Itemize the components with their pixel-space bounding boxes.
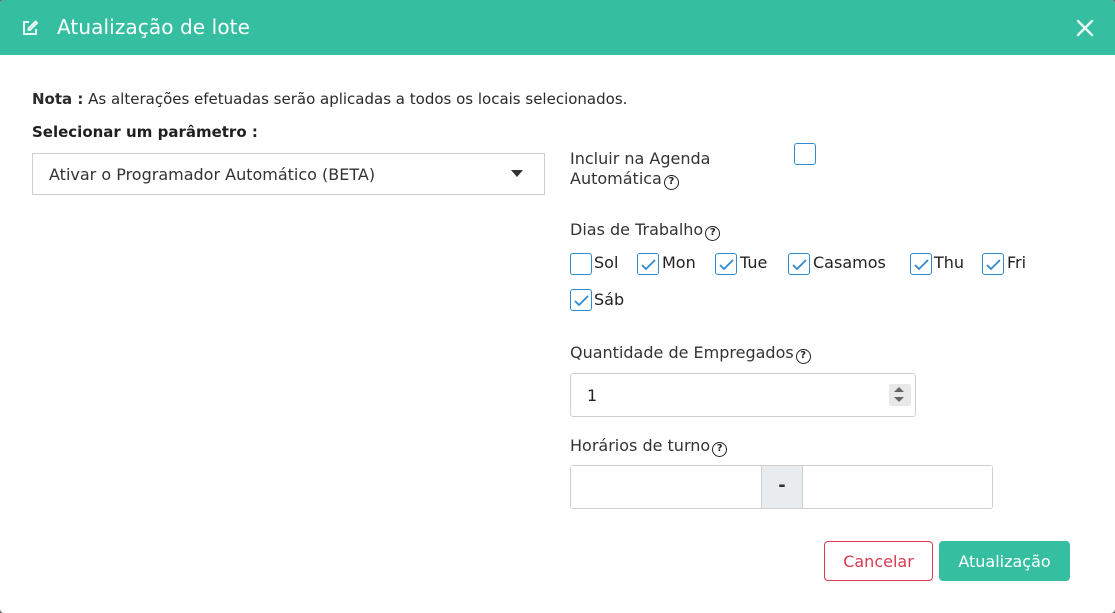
day-checkbox-sat[interactable] — [570, 289, 592, 311]
employees-label: Quantidade de Empregados? — [570, 343, 811, 364]
work-days-label: Dias de Trabalho? — [570, 220, 721, 241]
day-checkbox-fri[interactable] — [982, 253, 1004, 275]
shift-start-input[interactable] — [571, 466, 761, 508]
day-checkbox-sol[interactable] — [570, 253, 592, 275]
day-label-sat: Sáb — [594, 290, 625, 309]
shift-label: Horários de turno? — [570, 436, 728, 457]
employees-quantity-input[interactable] — [571, 374, 881, 416]
day-label-fri: Fri — [1007, 253, 1027, 272]
close-icon[interactable] — [1074, 17, 1096, 39]
cancel-button[interactable]: Cancelar — [824, 541, 933, 581]
include-schedule-label-line1: Incluir na Agenda — [570, 149, 711, 168]
day-label-mon: Mon — [662, 253, 696, 272]
shift-label-text: Horários de turno — [570, 436, 711, 455]
day-label-tue: Tue — [740, 253, 768, 272]
batch-update-modal: Atualização de lote Nota : As alterações… — [0, 0, 1115, 613]
help-icon[interactable]: ? — [795, 349, 811, 364]
check-icon — [574, 295, 589, 307]
decrement-icon[interactable] — [894, 397, 904, 402]
check-icon — [792, 259, 807, 271]
note-label: Nota : — [32, 90, 84, 108]
day-checkbox-wed[interactable] — [788, 253, 810, 275]
shift-separator: - — [761, 466, 803, 508]
increment-icon[interactable] — [894, 387, 904, 392]
help-icon[interactable]: ? — [712, 442, 728, 457]
help-icon[interactable]: ? — [705, 226, 721, 241]
shift-range: - — [570, 465, 993, 509]
check-icon — [641, 259, 656, 271]
modal-title: Atualização de lote — [57, 15, 251, 39]
include-schedule-label-line2: Automática — [570, 169, 662, 188]
parameter-selected-value: Ativar o Programador Automático (BETA) — [49, 165, 376, 184]
day-checkbox-mon[interactable] — [637, 253, 659, 275]
edit-icon — [23, 20, 39, 35]
day-checkbox-tue[interactable] — [715, 253, 737, 275]
day-label-sol: Sol — [594, 253, 619, 272]
parameter-select[interactable]: Ativar o Programador Automático (BETA) — [32, 153, 545, 195]
check-icon — [914, 259, 929, 271]
check-icon — [719, 259, 734, 271]
day-label-thu: Thu — [934, 253, 965, 272]
employees-label-text: Quantidade de Empregados — [570, 343, 794, 362]
shift-end-input[interactable] — [803, 466, 992, 508]
day-checkbox-thu[interactable] — [910, 253, 932, 275]
check-icon — [986, 259, 1001, 271]
note-text: As alterações efetuadas serão aplicadas … — [83, 90, 628, 108]
caret-down-icon — [511, 170, 523, 177]
employees-quantity-stepper — [570, 373, 916, 417]
note: Nota : As alterações efetuadas serão apl… — [32, 90, 627, 108]
update-button[interactable]: Atualização — [939, 541, 1070, 581]
include-schedule-checkbox[interactable] — [794, 143, 816, 165]
spinner-icon[interactable] — [889, 384, 911, 406]
day-label-wed: Casamos — [813, 253, 886, 272]
work-days-label-text: Dias de Trabalho — [570, 220, 704, 239]
help-icon[interactable]: ? — [663, 175, 679, 190]
modal-header: Atualização de lote — [0, 0, 1115, 55]
parameter-label: Selecionar um parâmetro : — [32, 123, 258, 141]
include-schedule-label: Incluir na Agenda Automática? — [570, 149, 710, 190]
